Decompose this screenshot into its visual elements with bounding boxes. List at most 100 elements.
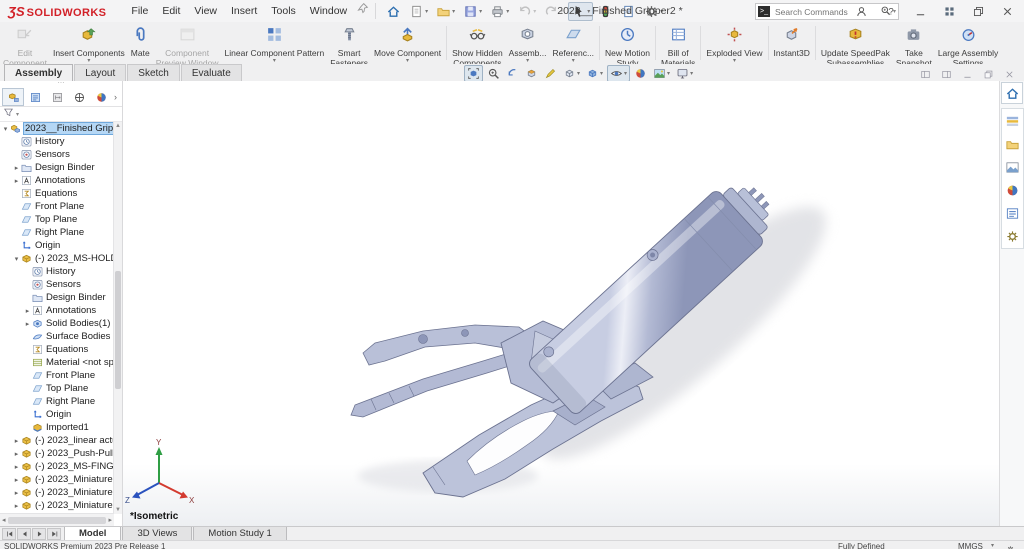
- menu-insert[interactable]: Insert: [224, 2, 264, 20]
- dynamic-annotation-views-button[interactable]: [542, 66, 559, 81]
- sw-add-ins-tab[interactable]: [1002, 225, 1024, 247]
- sw-resources-tab[interactable]: [1001, 82, 1023, 104]
- tab-assembly[interactable]: Assembly: [4, 64, 74, 81]
- menu-file[interactable]: File: [124, 2, 155, 20]
- nav-next-button[interactable]: [32, 528, 46, 540]
- exploded-view-button[interactable]: Exploded View ▾: [703, 23, 765, 64]
- caret-icon[interactable]: ▾: [600, 70, 603, 77]
- linear-component-pattern-button[interactable]: Linear Component Pattern ▾: [222, 23, 328, 64]
- tree-item[interactable]: Top Plane: [0, 213, 114, 226]
- referenc-button[interactable]: Referenc... ▾: [549, 23, 597, 64]
- user-icon[interactable]: [847, 2, 876, 21]
- panel-tab-propertymanager[interactable]: [24, 88, 46, 106]
- tree-item[interactable]: ▸ (-) 2023_Miniature Shou: [0, 486, 114, 499]
- expander-icon[interactable]: ▸: [12, 164, 21, 172]
- panel-tab-dimxpertmanager[interactable]: [68, 88, 90, 106]
- scroll-right-icon[interactable]: ▸: [108, 516, 112, 524]
- tree-item[interactable]: ▸ (-) 2023_Miniature Shou: [0, 499, 114, 512]
- caret-icon[interactable]: ▾: [452, 8, 455, 15]
- caret-icon[interactable]: ▾: [273, 58, 276, 64]
- caret-icon[interactable]: ▾: [733, 58, 736, 64]
- expander-icon[interactable]: ▸: [12, 437, 21, 445]
- expander-icon[interactable]: ▸: [12, 502, 21, 510]
- large-assembly-settings-button[interactable]: Large Assembly Settings: [935, 23, 1001, 67]
- open-button[interactable]: ▾: [433, 2, 458, 21]
- file-explorer-tab[interactable]: [1002, 133, 1024, 155]
- restore-icon[interactable]: [964, 2, 993, 21]
- tree-item[interactable]: Front Plane: [0, 200, 114, 213]
- tab-sketch[interactable]: Sketch: [127, 64, 180, 81]
- menu-tools[interactable]: Tools: [264, 2, 303, 20]
- view-palette-tab[interactable]: [1002, 156, 1024, 178]
- show-hidden-components-button[interactable]: Show Hidden Components: [449, 23, 506, 67]
- tree-item[interactable]: ▸ (-) 2023_Push-Pull Plate_: [0, 447, 114, 460]
- expander-icon[interactable]: ▸: [12, 177, 21, 185]
- menu-window[interactable]: Window: [303, 2, 354, 20]
- tree-item[interactable]: Origin: [0, 239, 114, 252]
- panel-tabs-overflow-icon[interactable]: ›: [114, 92, 117, 102]
- panel-tab-displaymanager[interactable]: [90, 88, 112, 106]
- panel-tab-configurationmanager[interactable]: [46, 88, 68, 106]
- design-library-tab[interactable]: [1002, 110, 1024, 132]
- smart-fasteners-button[interactable]: Smart Fasteners: [327, 23, 371, 67]
- expander-icon[interactable]: ▸: [23, 307, 32, 315]
- insert-components-button[interactable]: Insert Components ▾: [50, 23, 128, 64]
- close-icon[interactable]: [993, 2, 1022, 21]
- tree-horizontal-scrollbar[interactable]: ◂ ▸: [0, 513, 114, 526]
- panel-tab-featuremanager-tree[interactable]: [2, 88, 24, 106]
- expander-icon[interactable]: ▸: [12, 476, 21, 484]
- tree-item[interactable]: ▸ Annotations: [0, 304, 114, 317]
- scrollbar-thumb[interactable]: [115, 270, 121, 389]
- scroll-left-icon[interactable]: ◂: [2, 516, 6, 524]
- tree-item[interactable]: History: [0, 265, 114, 278]
- tree-item[interactable]: Material <not specif: [0, 356, 114, 369]
- expander-icon[interactable]: ▾: [1, 125, 10, 133]
- assemb-button[interactable]: Assemb... ▾: [506, 23, 550, 64]
- new-motion-study-button[interactable]: New Motion Study: [602, 23, 653, 67]
- caret-icon[interactable]: ▾: [667, 70, 670, 77]
- caret-icon[interactable]: ▾: [577, 70, 580, 77]
- bill-of-materials-button[interactable]: Bill of Materials: [658, 23, 698, 67]
- section-view-button[interactable]: [523, 66, 540, 81]
- tree-item[interactable]: Origin: [0, 408, 114, 421]
- apps-grid-icon[interactable]: [935, 2, 964, 21]
- filter-caret-icon[interactable]: ▾: [16, 111, 19, 118]
- tree-item[interactable]: Top Plane: [0, 382, 114, 395]
- tab-motion-study-1[interactable]: Motion Study 1: [193, 527, 287, 541]
- take-snapshot-button[interactable]: Take Snapshot: [893, 23, 935, 67]
- tree-item[interactable]: ▸ Annotations: [0, 174, 114, 187]
- tree-item[interactable]: Sensors: [0, 278, 114, 291]
- update-speedpak-subassemblies-button[interactable]: Update SpeedPak Subassemblies: [818, 23, 893, 67]
- scroll-down-icon[interactable]: ▼: [114, 507, 122, 513]
- mate-button[interactable]: Mate: [128, 23, 153, 64]
- tab-3d-views[interactable]: 3D Views: [122, 527, 193, 541]
- tree-item[interactable]: ▸ (-) 2023_linear actuator: [0, 434, 114, 447]
- zoom-to-fit-button[interactable]: [464, 64, 483, 82]
- nav-last-button[interactable]: [47, 528, 61, 540]
- tree-item[interactable]: Design Binder: [0, 291, 114, 304]
- status-options-icon[interactable]: [1006, 541, 1015, 549]
- appearances-scenes-tab[interactable]: [1002, 179, 1024, 201]
- minimize-icon[interactable]: [906, 2, 935, 21]
- tab-layout[interactable]: Layout: [74, 64, 127, 81]
- units-caret-icon[interactable]: ▾: [991, 542, 994, 549]
- caret-icon[interactable]: ▾: [425, 8, 428, 15]
- tree-item[interactable]: Surface Bodies: [0, 330, 114, 343]
- caret-icon[interactable]: ▾: [690, 70, 693, 77]
- tree-item[interactable]: Equations: [0, 343, 114, 356]
- caret-icon[interactable]: ▾: [624, 70, 627, 77]
- tree-item[interactable]: Imported1: [0, 421, 114, 434]
- expander-icon[interactable]: ▸: [23, 320, 32, 328]
- menu-edit[interactable]: Edit: [155, 2, 187, 20]
- tree-item[interactable]: Front Plane: [0, 369, 114, 382]
- hide-show-items-button[interactable]: ▾: [607, 64, 631, 82]
- scrollbar-thumb[interactable]: [7, 516, 107, 524]
- units-label[interactable]: MMGS: [958, 542, 983, 549]
- tree-item[interactable]: ▸ Solid Bodies(1): [0, 317, 114, 330]
- caret-icon[interactable]: ▾: [406, 58, 409, 64]
- display-style-button[interactable]: ▾: [584, 66, 605, 81]
- expander-icon[interactable]: ▸: [12, 489, 21, 497]
- expander-icon[interactable]: ▸: [12, 450, 21, 458]
- panel-drag-handle[interactable]: ⋯: [0, 80, 122, 88]
- custom-properties-tab[interactable]: [1002, 202, 1024, 224]
